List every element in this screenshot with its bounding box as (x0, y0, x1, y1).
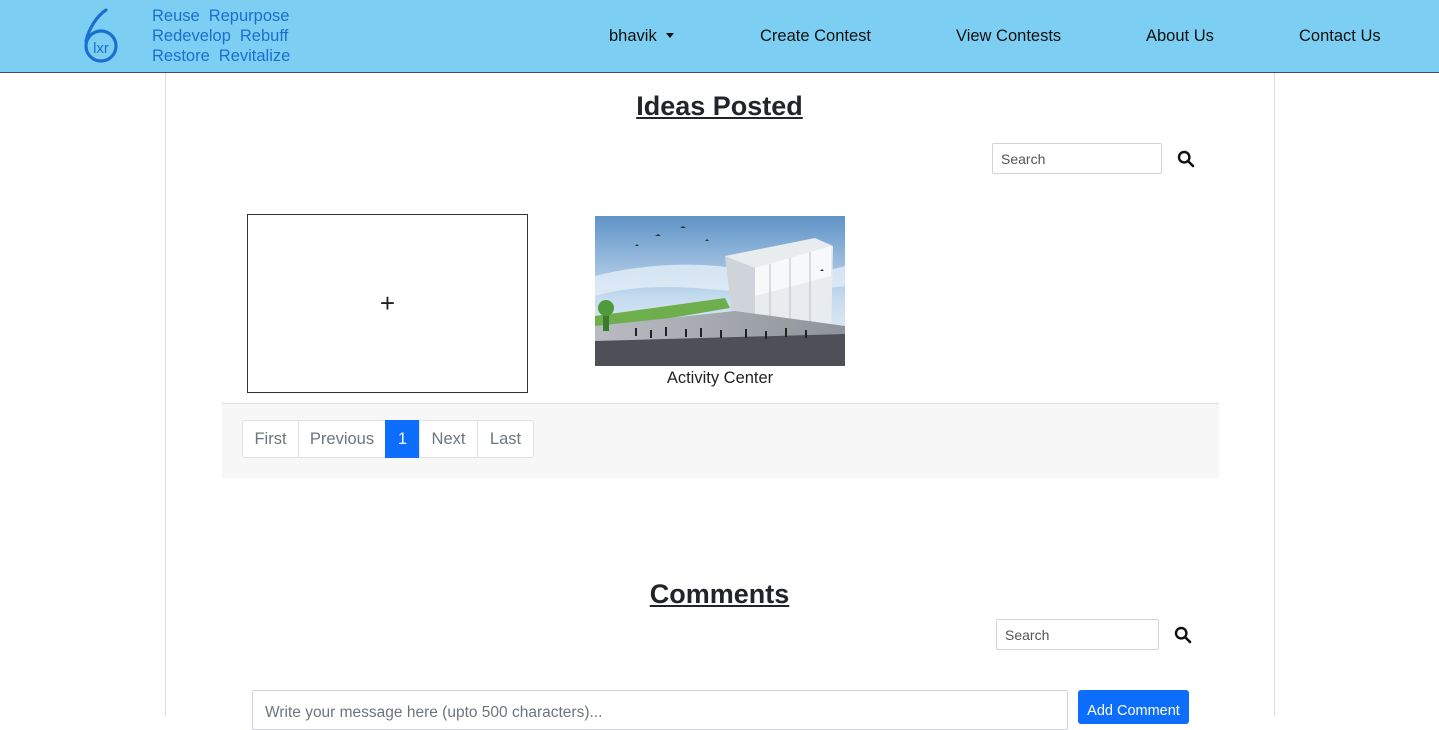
nav-about-us[interactable]: About Us (1146, 27, 1214, 46)
pagination-previous-button[interactable]: Previous (298, 420, 386, 458)
pagination-last-button[interactable]: Last (477, 420, 534, 458)
comment-message-input[interactable] (252, 690, 1068, 730)
tagline-row: Redevelop Rebuff (152, 26, 299, 46)
nav-contact-us[interactable]: Contact Us (1299, 27, 1381, 46)
nav-create-contest[interactable]: Create Contest (760, 27, 871, 46)
tagline-word: Reuse (152, 7, 200, 25)
comments-title: Comments (649, 579, 790, 609)
user-menu-dropdown[interactable]: bhavik (609, 27, 674, 46)
pagination-next-button[interactable]: Next (419, 420, 478, 458)
tagline-row: Restore Revitalize (152, 46, 299, 66)
brand-tagline: Reuse Repurpose Redevelop Rebuff Restore Re… (152, 6, 299, 66)
search-icon[interactable] (1174, 626, 1192, 644)
tagline-word: Revitalize (218, 47, 291, 65)
tagline-word: Repurpose (208, 7, 290, 25)
idea-thumbnail-image[interactable] (595, 216, 845, 366)
tagline-word: Restore (152, 47, 210, 65)
tagline-word: Redevelop (152, 27, 231, 45)
logo-text: lxr (93, 40, 109, 57)
ideas-search-input[interactable] (992, 143, 1162, 174)
comments-search-input[interactable] (996, 619, 1159, 650)
brand-logo-icon[interactable]: lxr (80, 8, 122, 64)
add-comment-button[interactable]: Add Comment (1078, 690, 1189, 724)
pagination-first-button[interactable]: First (242, 420, 299, 458)
search-icon[interactable] (1177, 150, 1195, 168)
ideas-title: Ideas Posted (636, 91, 803, 121)
tagline-row: Reuse Repurpose (152, 6, 299, 26)
add-idea-card[interactable]: + (247, 214, 528, 393)
pagination: First Previous 1 Next Last (242, 420, 534, 458)
plus-icon: + (379, 288, 396, 318)
pagination-page-button[interactable]: 1 (385, 420, 420, 458)
chevron-down-icon (665, 32, 674, 38)
top-navbar: lxr Reuse Repurpose Redevelop Rebuff Resto… (0, 0, 1439, 73)
nav-view-contests[interactable]: View Contests (956, 27, 1061, 46)
idea-caption: Activity Center (666, 369, 774, 387)
user-name: bhavik (609, 27, 657, 45)
tagline-word: Rebuff (239, 27, 289, 45)
